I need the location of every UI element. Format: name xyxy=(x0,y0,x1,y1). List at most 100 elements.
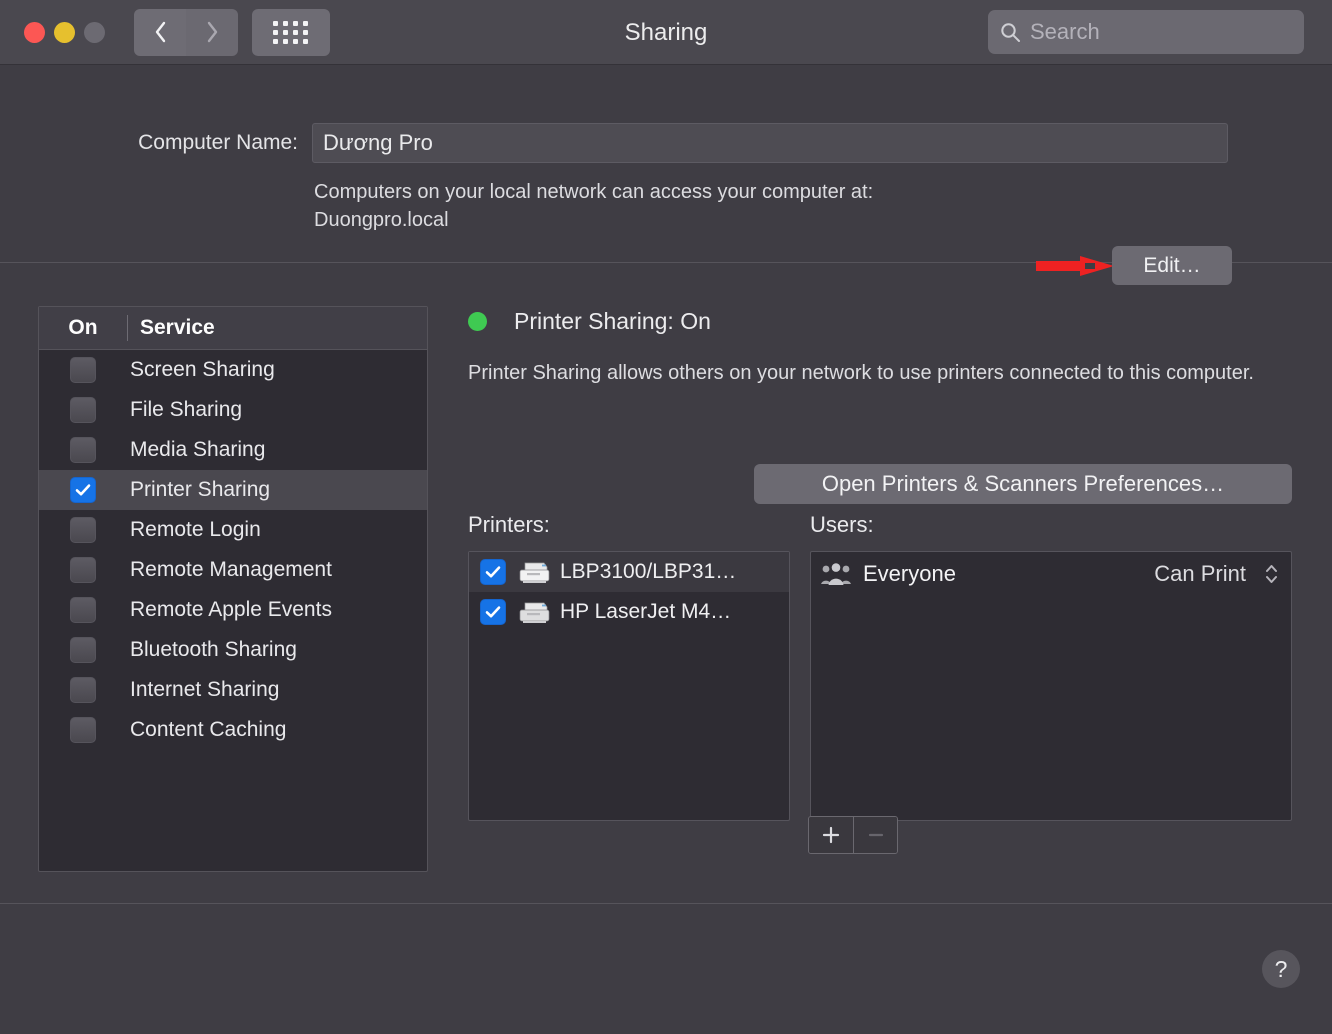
forward-button[interactable] xyxy=(186,8,238,56)
service-checkbox[interactable] xyxy=(70,437,96,463)
service-row-file-sharing[interactable]: File Sharing xyxy=(39,390,427,430)
service-label: Bluetooth Sharing xyxy=(130,638,297,661)
search-icon xyxy=(1001,22,1020,42)
window-title-bar: Sharing xyxy=(0,0,1332,65)
computer-name-input[interactable] xyxy=(323,130,1217,156)
window-footer: ? xyxy=(0,904,1332,1034)
service-checkbox[interactable] xyxy=(70,357,96,383)
service-checkbox[interactable] xyxy=(70,637,96,663)
printers-column: Printers: LBP3100/LBP31… HP LaserJet M4… xyxy=(468,512,790,821)
sharing-body: On Service Screen Sharing File Sharing Med… xyxy=(0,263,1332,903)
service-checkbox[interactable] xyxy=(70,517,96,543)
users-list[interactable]: Everyone Can Print xyxy=(810,551,1292,821)
grid-icon xyxy=(273,20,309,44)
status-indicator-icon xyxy=(468,311,487,331)
services-rows: Screen Sharing File Sharing Media Sharing P… xyxy=(39,350,427,750)
service-checkbox-cell xyxy=(39,397,127,423)
service-row-remote-login[interactable]: Remote Login xyxy=(39,510,427,550)
printer-name: LBP3100/LBP31… xyxy=(560,560,737,583)
service-label: Screen Sharing xyxy=(130,358,275,381)
add-remove-user-buttons xyxy=(808,816,898,854)
computer-name-field[interactable] xyxy=(312,123,1228,163)
local-hostname: Duongpro.local xyxy=(314,209,449,231)
traffic-light-buttons xyxy=(24,21,105,43)
printer-checkbox[interactable] xyxy=(480,599,506,625)
back-button[interactable] xyxy=(134,8,186,56)
add-user-button[interactable] xyxy=(809,817,853,853)
service-label: Remote Login xyxy=(130,518,261,541)
navigation-buttons xyxy=(134,8,238,56)
chevron-right-icon xyxy=(207,21,217,43)
service-row-screen-sharing[interactable]: Screen Sharing xyxy=(39,350,427,390)
service-checkbox[interactable] xyxy=(70,557,96,583)
user-name: Everyone xyxy=(863,561,956,586)
service-checkbox-cell xyxy=(39,717,127,743)
service-row-remote-apple-events[interactable]: Remote Apple Events xyxy=(39,590,427,630)
service-checkbox[interactable] xyxy=(70,597,96,623)
minimize-button[interactable] xyxy=(54,21,75,43)
service-status-row: Printer Sharing: On xyxy=(468,306,1302,336)
users-label: Users: xyxy=(810,512,874,537)
user-row[interactable]: Everyone Can Print xyxy=(811,552,1291,596)
service-row-remote-management[interactable]: Remote Management xyxy=(39,550,427,590)
user-permission[interactable]: Can Print xyxy=(1154,561,1246,587)
service-row-content-caching[interactable]: Content Caching xyxy=(39,710,427,750)
service-status-text: Printer Sharing: On xyxy=(514,307,711,334)
service-label: Remote Apple Events xyxy=(130,598,332,621)
column-header-service: Service xyxy=(140,316,215,339)
service-row-bluetooth-sharing[interactable]: Bluetooth Sharing xyxy=(39,630,427,670)
service-checkbox-cell xyxy=(39,637,127,663)
search-input[interactable] xyxy=(1030,19,1292,45)
service-detail-pane: Printer Sharing: On Printer Sharing allo… xyxy=(468,306,1302,854)
printer-row[interactable]: HP LaserJet M4… xyxy=(469,592,789,632)
show-all-button[interactable] xyxy=(252,8,330,56)
printers-label: Printers: xyxy=(468,512,550,537)
printers-list[interactable]: LBP3100/LBP31… HP LaserJet M4… xyxy=(468,551,790,821)
users-rows: Everyone Can Print xyxy=(811,552,1291,596)
service-row-printer-sharing[interactable]: Printer Sharing xyxy=(39,470,427,510)
service-checkbox-cell xyxy=(39,437,127,463)
service-label: File Sharing xyxy=(130,398,243,421)
printer-name: HP LaserJet M4… xyxy=(560,600,732,623)
access-description: Computers on your local network can acce… xyxy=(314,181,874,203)
close-button[interactable] xyxy=(24,21,45,43)
service-label: Printer Sharing xyxy=(130,478,271,501)
column-header-on: On xyxy=(68,316,98,339)
service-label: Content Caching xyxy=(130,718,287,741)
services-list-header: On Service xyxy=(39,307,427,350)
minus-icon xyxy=(868,833,883,837)
printer-row[interactable]: LBP3100/LBP31… xyxy=(469,552,789,592)
service-checkbox-cell xyxy=(39,477,127,503)
plus-icon xyxy=(822,826,840,844)
service-checkbox[interactable] xyxy=(70,397,96,423)
printers-users-columns: Printers: LBP3100/LBP31… HP LaserJet M4… … xyxy=(468,512,1302,821)
zoom-button[interactable] xyxy=(84,21,105,43)
service-description: Printer Sharing allows others on your ne… xyxy=(468,362,1254,384)
service-checkbox-cell xyxy=(39,557,127,583)
service-label: Internet Sharing xyxy=(130,678,280,701)
services-list-panel: On Service Screen Sharing File Sharing Med… xyxy=(38,306,428,872)
service-checkbox[interactable] xyxy=(70,677,96,703)
help-button[interactable]: ? xyxy=(1262,950,1300,988)
group-icon xyxy=(821,563,851,585)
users-column: Users: Everyone Can Print xyxy=(810,512,1292,821)
open-printers-scanners-preferences-button[interactable]: Open Printers & Scanners Preferences… xyxy=(754,464,1292,504)
computer-name-row: Computer Name: xyxy=(0,123,1228,163)
service-row-media-sharing[interactable]: Media Sharing xyxy=(39,430,427,470)
remove-user-button xyxy=(853,817,897,853)
printer-checkbox[interactable] xyxy=(480,559,506,585)
printers-rows: LBP3100/LBP31… HP LaserJet M4… xyxy=(469,552,789,632)
stepper-icon[interactable] xyxy=(1263,561,1280,587)
computer-name-label: Computer Name: xyxy=(138,131,298,154)
service-checkbox[interactable] xyxy=(70,477,96,503)
local-access-text: Computers on your local network can acce… xyxy=(314,178,873,234)
printer-icon xyxy=(519,602,550,623)
service-checkbox-cell xyxy=(39,677,127,703)
search-field[interactable] xyxy=(988,10,1304,54)
computer-name-section: Computer Name: Computers on your local n… xyxy=(0,65,1332,285)
service-checkbox-cell xyxy=(39,357,127,383)
service-checkbox[interactable] xyxy=(70,717,96,743)
service-checkbox-cell xyxy=(39,517,127,543)
chevron-left-icon xyxy=(155,21,165,43)
service-row-internet-sharing[interactable]: Internet Sharing xyxy=(39,670,427,710)
